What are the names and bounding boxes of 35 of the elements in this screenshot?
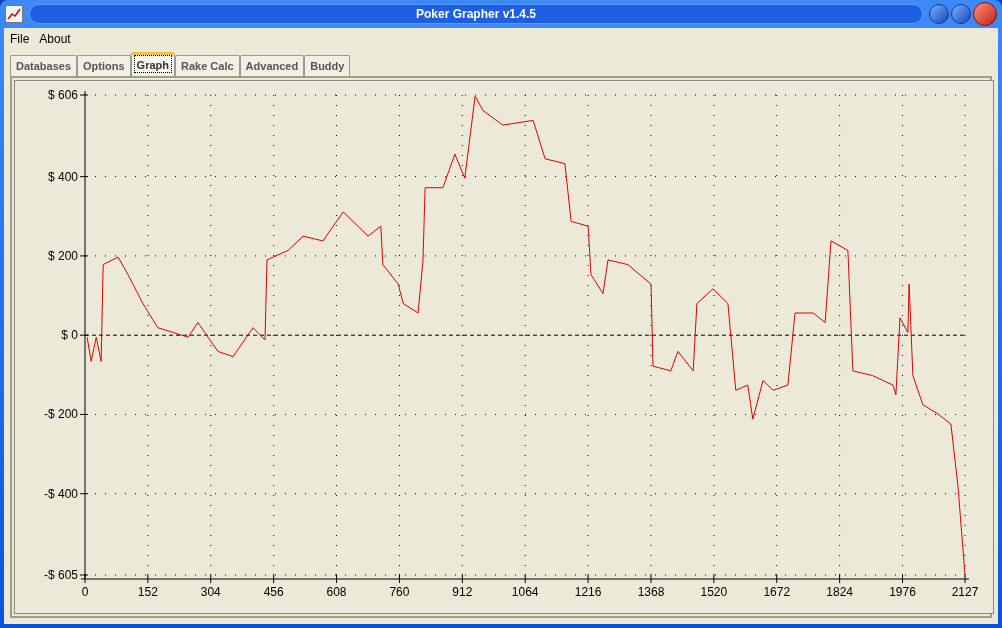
x-tick-label: 1824 <box>826 585 853 599</box>
x-tick-label: 1672 <box>763 585 791 599</box>
x-tick-label: 152 <box>137 585 158 599</box>
y-tick-label: $ 606 <box>47 88 78 102</box>
x-tick-label: 1368 <box>637 585 665 599</box>
tab[interactable]: Advanced <box>239 55 305 76</box>
tab[interactable]: Databases <box>10 55 78 76</box>
y-tick-label: -$ 400 <box>43 486 78 501</box>
x-tick-label: 0 <box>81 585 89 599</box>
maximize-button[interactable] <box>951 4 971 24</box>
x-tick-label: 1216 <box>574 585 602 599</box>
y-tick-label: $ 200 <box>47 248 78 263</box>
x-tick-label: 1520 <box>700 585 728 599</box>
window-title: Poker Grapher v1.4.5 <box>415 6 537 23</box>
x-tick-label: 1064 <box>511 585 539 599</box>
y-tick-label: -$ 605 <box>43 568 78 582</box>
x-tick-label: 304 <box>200 585 221 599</box>
line-graph-icon <box>5 5 23 23</box>
tab[interactable]: Graph <box>130 52 175 76</box>
x-tick-label: 760 <box>389 585 410 599</box>
x-tick-label: 608 <box>326 585 347 599</box>
y-tick-label: $ 400 <box>47 169 78 184</box>
tab[interactable]: Buddy <box>304 55 351 76</box>
x-tick-label: 912 <box>452 585 473 599</box>
x-tick-label: 2127 <box>951 585 979 599</box>
y-tick-label: -$ 200 <box>43 407 78 422</box>
menu-item[interactable]: File <box>10 30 30 48</box>
x-tick-label: 456 <box>263 585 284 599</box>
tab[interactable]: Rake Calc <box>175 55 240 76</box>
close-button[interactable] <box>973 2 997 26</box>
y-tick-label: $ 0 <box>61 328 78 343</box>
x-tick-label: 1976 <box>889 585 916 599</box>
menu-item[interactable]: About <box>39 30 71 48</box>
tab[interactable]: Options <box>77 55 131 76</box>
minimize-button[interactable] <box>929 4 949 24</box>
